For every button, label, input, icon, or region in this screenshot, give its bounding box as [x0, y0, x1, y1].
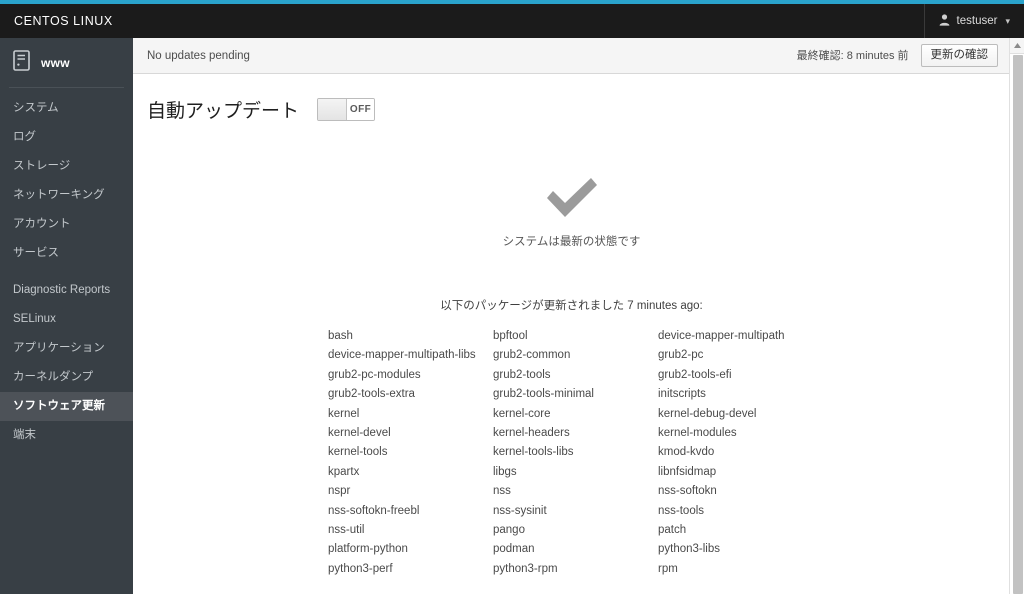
auto-update-toggle[interactable]: OFF — [317, 98, 376, 121]
package-item: kernel — [328, 407, 360, 420]
sidebar-item-logs[interactable]: ログ — [0, 123, 133, 152]
sidebar-item-networking[interactable]: ネットワーキング — [0, 181, 133, 210]
package-item: kernel-tools-libs — [493, 446, 574, 459]
package-item: nss-tools — [658, 504, 705, 517]
auto-update-row: 自動アップデート OFF — [147, 74, 1024, 123]
package-item: bash — [328, 330, 353, 342]
package-item: device-mapper-multipath-libs — [328, 349, 476, 362]
username-label: testuser — [956, 15, 998, 27]
check-for-updates-button[interactable]: 更新の確認 — [920, 44, 998, 67]
package-item: libgs — [493, 465, 517, 478]
sidebar-item-selinux[interactable]: SELinux — [0, 305, 133, 334]
package-item: python3-perf — [328, 562, 393, 575]
package-item: device-mapper-multipath — [658, 330, 785, 342]
chevron-down-icon: ▾ — [1005, 15, 1010, 26]
package-item: grub2-pc-modules — [328, 368, 421, 381]
package-item: kernel-debug-devel — [658, 407, 757, 420]
server-icon — [13, 49, 30, 76]
content-toolbar: No updates pending 最終確認: 8 minutes 前 更新の… — [133, 38, 1024, 74]
sidebar: www システム ログ ストレージ ネットワーキング アカウント サービス Di… — [0, 38, 133, 594]
package-item: podman — [493, 543, 535, 556]
package-item: grub2-tools-efi — [658, 368, 732, 381]
toggle-knob — [318, 99, 348, 120]
package-item: kernel-core — [493, 407, 551, 420]
package-item: pango — [493, 524, 525, 537]
package-item: bpftool — [493, 330, 528, 342]
main-content: No updates pending 最終確認: 8 minutes 前 更新の… — [133, 38, 1024, 594]
package-item: nss-sysinit — [493, 504, 547, 517]
package-item: kpartx — [328, 465, 360, 478]
page-body: 自動アップデート OFF システムは最新の状態です 以下のパッケージが更新されま… — [133, 74, 1024, 593]
package-item: kmod-kvdo — [658, 446, 715, 459]
package-item: libnfsidmap — [658, 465, 717, 478]
package-item: rpm — [658, 562, 678, 575]
package-item: python3-rpm — [493, 562, 558, 575]
package-item: nspr — [328, 485, 351, 498]
vertical-scrollbar[interactable] — [1009, 38, 1024, 594]
package-item: grub2-pc — [658, 349, 704, 362]
package-column-1: bash device-mapper-multipath-libs grub2-… — [328, 327, 493, 579]
package-item: kernel-tools — [328, 446, 388, 459]
package-item: nss — [493, 485, 511, 498]
cockpit-window: CENTOS LINUX testuser ▾ www システム ログ ストレー… — [0, 0, 1024, 594]
sidebar-item-services[interactable]: サービス — [0, 239, 133, 268]
sidebar-item-system[interactable]: システム — [0, 94, 133, 123]
sidebar-nav: システム ログ ストレージ ネットワーキング アカウント サービス Diagno… — [0, 88, 133, 450]
host-name-label: www — [41, 55, 70, 70]
top-header-right: testuser ▾ — [923, 4, 1024, 38]
package-item: nss-softokn — [658, 485, 717, 498]
package-item: patch — [658, 524, 687, 537]
package-column-2: bpftool grub2-common grub2-tools grub2-t… — [493, 327, 658, 579]
sidebar-item-applications[interactable]: アプリケーション — [0, 334, 133, 363]
sidebar-item-software-updates[interactable]: ソフトウェア更新 — [0, 392, 133, 421]
package-item: kernel-headers — [493, 427, 570, 440]
scrollbar-thumb[interactable] — [1013, 55, 1023, 594]
package-item: nss-util — [328, 524, 365, 537]
package-item: grub2-tools-extra — [328, 388, 415, 401]
updates-status-text: No updates pending — [147, 49, 250, 62]
sidebar-item-kernel-dump[interactable]: カーネルダンプ — [0, 363, 133, 392]
top-header-bar: CENTOS LINUX testuser ▾ — [0, 4, 1024, 38]
sidebar-item-diagnostic-reports[interactable]: Diagnostic Reports — [0, 276, 133, 305]
sidebar-item-accounts[interactable]: アカウント — [0, 210, 133, 239]
toggle-state-label: OFF — [347, 99, 375, 120]
scroll-up-arrow-icon[interactable] — [1010, 38, 1024, 54]
package-item: initscripts — [658, 388, 706, 401]
auto-update-label: 自動アップデート — [147, 101, 300, 122]
package-columns: bash device-mapper-multipath-libs grub2-… — [147, 327, 996, 579]
last-checked-label: 最終確認: 8 minutes 前 — [796, 50, 909, 63]
package-item: kernel-modules — [658, 427, 737, 440]
check-mark-icon — [543, 175, 601, 224]
host-selector[interactable]: www — [0, 38, 133, 87]
package-column-3: device-mapper-multipath grub2-pc grub2-t… — [658, 327, 823, 579]
package-item: grub2-tools-minimal — [493, 388, 594, 401]
packages-heading: 以下のパッケージが更新されました 7 minutes ago: — [440, 300, 703, 312]
header-divider — [923, 4, 925, 38]
package-item: platform-python — [328, 543, 408, 556]
package-item: python3-libs — [658, 543, 721, 556]
package-item: grub2-common — [493, 349, 571, 362]
package-item: grub2-tools — [493, 368, 551, 381]
system-status-block: システムは最新の状態です — [147, 175, 1024, 249]
sidebar-item-storage[interactable]: ストレージ — [0, 152, 133, 181]
package-item: kernel-devel — [328, 427, 391, 440]
updated-packages-section: 以下のパッケージが更新されました 7 minutes ago: bash dev… — [147, 297, 1024, 579]
sidebar-item-terminal[interactable]: 端末 — [0, 421, 133, 450]
user-icon — [939, 13, 950, 29]
user-menu-button[interactable]: testuser ▾ — [939, 13, 1010, 29]
brand-title: CENTOS LINUX — [14, 14, 113, 28]
toolbar-actions: 最終確認: 8 minutes 前 更新の確認 — [797, 44, 998, 67]
package-item: nss-softokn-freebl — [328, 504, 420, 517]
system-status-message: システムは最新の状態です — [502, 236, 641, 248]
